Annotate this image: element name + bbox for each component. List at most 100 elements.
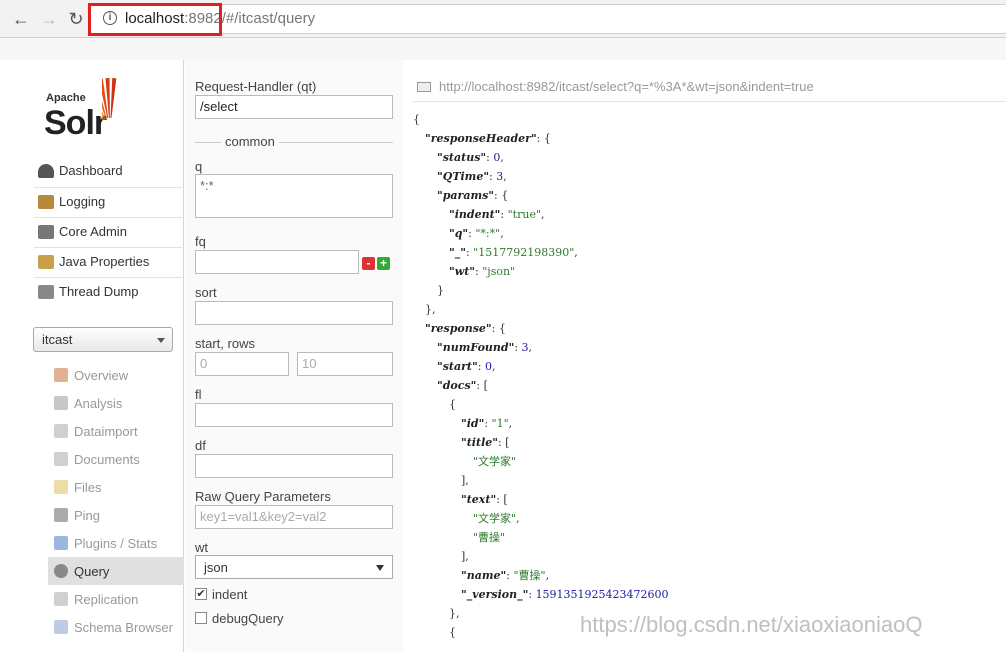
sidebar-item-label: Logging: [59, 194, 106, 209]
fq-remove-button[interactable]: -: [362, 257, 375, 270]
json-line: "文学家",: [473, 509, 520, 528]
logging-icon: [38, 195, 54, 209]
core-selector[interactable]: itcast: [33, 327, 173, 352]
json-key: "QTime": [437, 170, 490, 183]
start-input[interactable]: 0: [195, 352, 289, 376]
json-string: "曹操": [513, 569, 546, 582]
json-line: "text": [: [461, 490, 508, 509]
core-item-dataimport[interactable]: Dataimport: [48, 417, 184, 445]
core-item-analysis[interactable]: Analysis: [48, 389, 184, 417]
json-line: "wt": "json": [449, 262, 515, 281]
json-punct: }: [437, 284, 444, 297]
request-url-link[interactable]: http://localhost:8982/itcast/select?q=*%…: [439, 79, 814, 94]
wt-select-value: json: [204, 560, 228, 575]
reload-icon[interactable]: ↻: [65, 8, 87, 30]
sidebar-item-dashboard[interactable]: Dashboard: [34, 157, 184, 186]
df-input[interactable]: [195, 454, 393, 478]
json-string: "文学家": [473, 455, 517, 468]
forward-arrow-icon[interactable]: →: [38, 8, 60, 30]
sidebar-item-core-admin[interactable]: Core Admin: [34, 217, 184, 246]
json-punct: ,: [508, 417, 513, 430]
wt-select[interactable]: json: [195, 555, 393, 579]
json-punct: ,: [516, 512, 520, 525]
json-line: "id": "1",: [461, 414, 512, 433]
debugquery-label: debugQuery: [212, 611, 284, 626]
plugins-icon: [54, 536, 68, 550]
sidebar-item-thread-dump[interactable]: Thread Dump: [34, 277, 184, 306]
debugquery-checkbox[interactable]: [195, 612, 207, 624]
raw-params-input[interactable]: key1=val1&key2=val2: [195, 505, 393, 529]
core-item-documents[interactable]: Documents: [48, 445, 184, 473]
json-line: {: [449, 623, 456, 642]
core-item-ping[interactable]: Ping: [48, 501, 184, 529]
common-label: common: [221, 134, 279, 149]
indent-checkbox[interactable]: ✔: [195, 588, 207, 600]
query-form: Request-Handler (qt) /select common q *:…: [185, 60, 403, 652]
raw-params-label: Raw Query Parameters: [195, 489, 331, 504]
json-number: 1591351925423472600: [535, 588, 669, 601]
core-item-label: Overview: [74, 368, 129, 383]
json-line: },: [449, 604, 460, 623]
solr-sun-icon: [102, 78, 117, 122]
sort-input[interactable]: [195, 301, 393, 325]
home-icon: [54, 368, 68, 382]
documents-icon: [54, 452, 68, 466]
sidebar-item-logging[interactable]: Logging: [34, 187, 184, 216]
json-punct: :: [477, 360, 485, 373]
json-key: "start": [437, 360, 478, 373]
sort-label: sort: [195, 285, 217, 300]
qt-label: Request-Handler (qt): [195, 79, 317, 94]
json-string: "1517792198390": [473, 246, 575, 259]
sidebar: Apache Solr Dashboard Logging Core Admin Ja…: [0, 60, 184, 652]
q-textarea[interactable]: *:*: [195, 174, 393, 218]
sidebar-item-label: Core Admin: [59, 224, 127, 239]
fl-input[interactable]: [195, 403, 393, 427]
json-string: "json": [482, 265, 516, 278]
url-path: /#/itcast/query: [221, 10, 316, 27]
json-key: "params": [437, 189, 495, 202]
qt-input[interactable]: /select: [195, 95, 393, 119]
json-punct: : {: [536, 132, 551, 145]
core-item-plugins-stats[interactable]: Plugins / Stats: [48, 529, 184, 557]
json-punct: ,: [574, 246, 578, 259]
json-key: "numFound": [437, 341, 515, 354]
json-key: "docs": [437, 379, 477, 392]
core-admin-icon: [38, 225, 54, 239]
core-item-replication[interactable]: Replication: [48, 585, 184, 613]
link-icon: [417, 82, 431, 92]
fq-label: fq: [195, 234, 206, 249]
solr-logo[interactable]: Apache Solr: [44, 78, 168, 148]
fq-add-button[interactable]: +: [377, 257, 390, 270]
json-key: "title": [461, 436, 498, 449]
replication-icon: [54, 592, 68, 606]
wt-label: wt: [195, 540, 208, 555]
logo-apache-text: Apache: [46, 92, 86, 104]
json-line: "文学家": [473, 452, 516, 471]
df-label: df: [195, 438, 206, 453]
json-key: "status": [437, 151, 487, 164]
json-key: "responseHeader": [425, 132, 537, 145]
rows-input[interactable]: 10: [297, 352, 393, 376]
chevron-down-icon: [376, 565, 384, 571]
json-string: "文学家": [473, 512, 517, 525]
json-punct: {: [449, 626, 456, 639]
schema-icon: [54, 620, 68, 634]
core-item-query[interactable]: Query: [48, 557, 184, 585]
sidebar-item-label: Dashboard: [59, 163, 123, 178]
fl-label: fl: [195, 387, 202, 402]
core-item-label: Schema Browser: [74, 620, 173, 635]
core-item-schema-browser[interactable]: Schema Browser: [48, 613, 184, 641]
sidebar-item-java-properties[interactable]: Java Properties: [34, 247, 184, 276]
json-punct: :: [484, 417, 492, 430]
sun-ray: [110, 78, 117, 119]
back-arrow-icon[interactable]: ←: [10, 8, 32, 30]
core-item-label: Ping: [74, 508, 101, 523]
fq-input[interactable]: [195, 250, 359, 274]
core-item-overview[interactable]: Overview: [48, 361, 184, 389]
json-key: "_version_": [461, 588, 529, 601]
json-line: "responseHeader": {: [425, 129, 551, 148]
json-key: "wt": [449, 265, 476, 278]
json-line: "曹操": [473, 528, 505, 547]
core-item-files[interactable]: Files: [48, 473, 184, 501]
json-line: "response": {: [425, 319, 506, 338]
